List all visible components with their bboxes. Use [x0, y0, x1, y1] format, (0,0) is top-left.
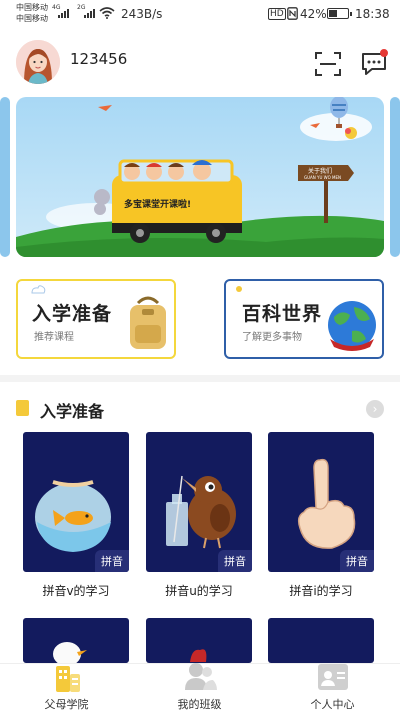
entry-title: 入学准备 — [32, 303, 113, 325]
course-card-v[interactable]: 拼音 — [23, 432, 129, 572]
course-card-i[interactable]: 拼音 — [268, 432, 374, 572]
tab-label: 我的班级 — [177, 698, 222, 711]
course-name[interactable]: 拼音u的学习 — [146, 582, 252, 599]
tab-label: 个人中心 — [310, 698, 355, 711]
username[interactable]: 123456 — [70, 50, 127, 68]
battery-percent: 42% — [300, 7, 327, 21]
signal-icon — [84, 6, 95, 18]
scan-icon[interactable] — [314, 51, 342, 77]
course-card-u[interactable]: 拼音 — [146, 432, 252, 572]
tab-profile[interactable]: 个人中心 — [266, 664, 399, 711]
school-icon — [55, 666, 80, 692]
notification-dot — [380, 49, 388, 57]
course-tag: 拼音 — [95, 550, 129, 572]
star-doodle-icon — [236, 286, 242, 292]
banner-prev-peek[interactable] — [0, 97, 10, 257]
entry-subtitle: 推荐课程 — [34, 332, 74, 343]
battery-icon — [327, 8, 352, 19]
entry-card-school-prep[interactable]: 入学准备 推荐课程 — [16, 279, 176, 359]
duck-icon — [53, 642, 87, 663]
course-name[interactable]: 拼音i的学习 — [268, 582, 374, 599]
carrier-labels: 中国移动 中国移动 — [16, 2, 48, 24]
course-card-partial[interactable] — [146, 618, 252, 663]
class-icon — [184, 663, 217, 690]
bottom-tab-bar: 父母学院 我的班级 个人中心 — [0, 663, 400, 711]
avatar[interactable] — [16, 40, 60, 84]
banner-illustration: 关于我们 GUAN YU WO MEN 多宝课堂开课啦! — [16, 97, 384, 257]
entry-card-encyclopedia[interactable]: 百科世界 了解更多事物 — [224, 279, 384, 359]
wifi-icon — [99, 7, 115, 19]
course-name[interactable]: 拼音v的学习 — [23, 582, 129, 599]
sign-title: 关于我们 — [308, 167, 332, 175]
clock: 18:38 — [355, 7, 390, 21]
banner-carousel[interactable]: 关于我们 GUAN YU WO MEN 多宝课堂开课啦! — [16, 97, 384, 257]
course-card-partial[interactable] — [23, 618, 129, 663]
profile-card-icon — [317, 664, 348, 690]
banner-next-peek[interactable] — [390, 97, 400, 257]
status-bar: 中国移动 中国移动 4G 2G 243B/s HD 42% 18:38 — [0, 0, 400, 30]
avatar-girl-icon — [16, 40, 60, 84]
backpack-icon — [130, 296, 166, 349]
course-tag: 拼音 — [218, 550, 252, 572]
section-title: 入学准备 — [40, 402, 105, 421]
hd-icon: HD — [268, 8, 286, 20]
course-tag: 拼音 — [340, 550, 374, 572]
rooster-icon — [190, 649, 207, 662]
carrier-2: 中国移动 — [16, 14, 48, 23]
signal-icon — [58, 6, 69, 18]
tab-parent-school[interactable]: 父母学院 — [0, 664, 133, 711]
notebook-icon — [16, 400, 29, 416]
bus-slogan: 多宝课堂开课啦! — [124, 198, 191, 210]
entry-title: 百科世界 — [242, 303, 323, 325]
section-divider — [0, 375, 400, 382]
carrier-1: 中国移动 — [16, 3, 48, 12]
globe-icon — [328, 301, 376, 351]
sign-pinyin: GUAN YU WO MEN — [304, 175, 341, 180]
nfc-icon — [287, 7, 298, 20]
cloud-doodle-icon — [31, 285, 46, 294]
course-card-partial[interactable] — [268, 618, 374, 663]
tab-my-class[interactable]: 我的班级 — [133, 663, 266, 711]
chevron-right-icon[interactable]: › — [366, 400, 384, 418]
entry-subtitle: 了解更多事物 — [242, 332, 302, 343]
network-speed: 243B/s — [121, 7, 163, 21]
tab-label: 父母学院 — [44, 698, 89, 711]
